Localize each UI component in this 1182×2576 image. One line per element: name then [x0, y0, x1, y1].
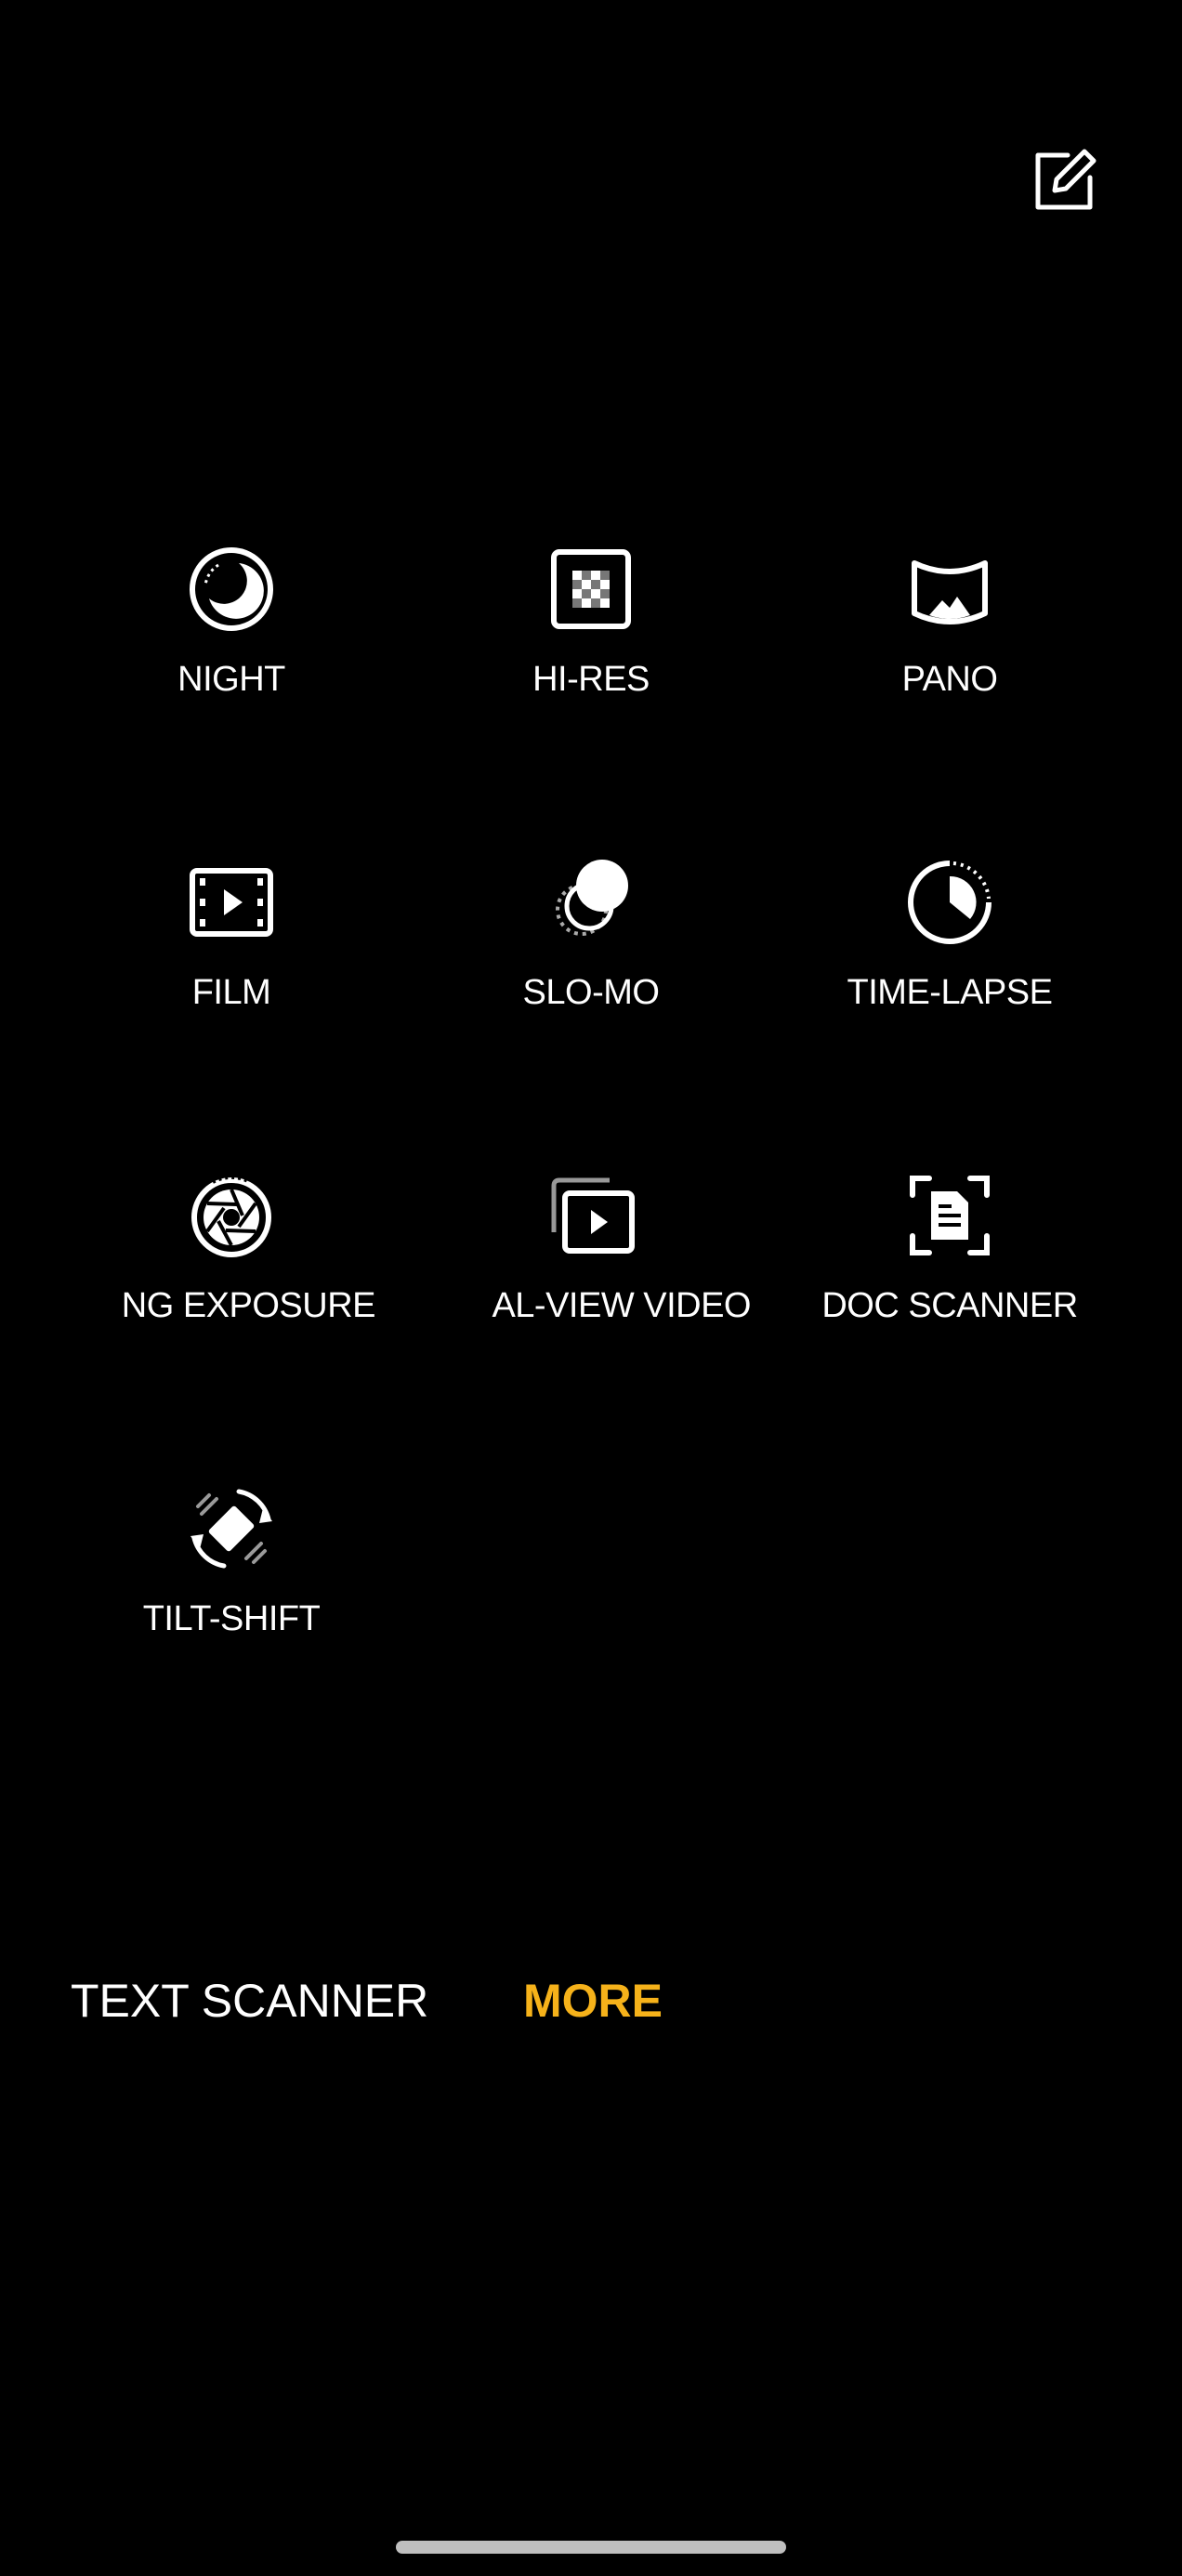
checker-grid-icon	[551, 549, 631, 629]
mode-label: DOC SCANNER	[821, 1286, 1078, 1325]
mode-label: AL-VIEW VIDEO	[492, 1286, 751, 1325]
slow-motion-icon	[556, 860, 628, 936]
mode-label: HI-RES	[532, 660, 650, 699]
mode-label: PANO	[901, 660, 998, 699]
mode-label: TIME-LAPSE	[847, 973, 1053, 1012]
mode-label: FILM	[191, 973, 271, 1012]
moon-icon	[190, 547, 273, 631]
mode-pano[interactable]: PANO	[770, 520, 1129, 753]
mode-label: NG EXPOSURE	[121, 1286, 375, 1325]
tab-more[interactable]: MORE	[523, 1974, 663, 2028]
dual-view-video-icon	[551, 1177, 635, 1254]
home-indicator[interactable]	[396, 2541, 786, 2554]
mode-long-exposure[interactable]: NG EXPOSURE	[52, 1147, 411, 1379]
mode-label: TILT-SHIFT	[142, 1599, 321, 1638]
tilt-shift-icon	[190, 1489, 272, 1569]
edit-modes-button[interactable]	[1028, 143, 1102, 217]
mode-time-lapse[interactable]: TIME-LAPSE	[770, 834, 1129, 1066]
mode-slo-mo[interactable]: SLO-MO	[412, 834, 770, 1066]
mode-tilt-shift[interactable]: TILT-SHIFT	[52, 1460, 411, 1692]
document-scan-icon	[910, 1176, 990, 1255]
camera-mode-switcher: TEXT SCANNER MORE	[0, 1961, 1182, 2035]
mode-label: SLO-MO	[522, 973, 660, 1012]
tab-text-scanner[interactable]: TEXT SCANNER	[71, 1974, 428, 2028]
panorama-icon	[912, 560, 988, 624]
time-lapse-icon	[908, 861, 992, 944]
aperture-icon	[191, 1175, 271, 1257]
mode-night[interactable]: NIGHT	[52, 520, 411, 753]
mode-label: NIGHT	[177, 660, 285, 699]
mode-film[interactable]: FILM	[52, 834, 411, 1066]
film-play-icon	[190, 868, 273, 937]
mode-hi-res[interactable]: HI-RES	[412, 520, 770, 753]
mode-dual-view-video[interactable]: AL-VIEW VIDEO	[412, 1147, 770, 1379]
edit-icon	[1035, 149, 1097, 210]
mode-doc-scanner[interactable]: DOC SCANNER	[770, 1147, 1129, 1379]
